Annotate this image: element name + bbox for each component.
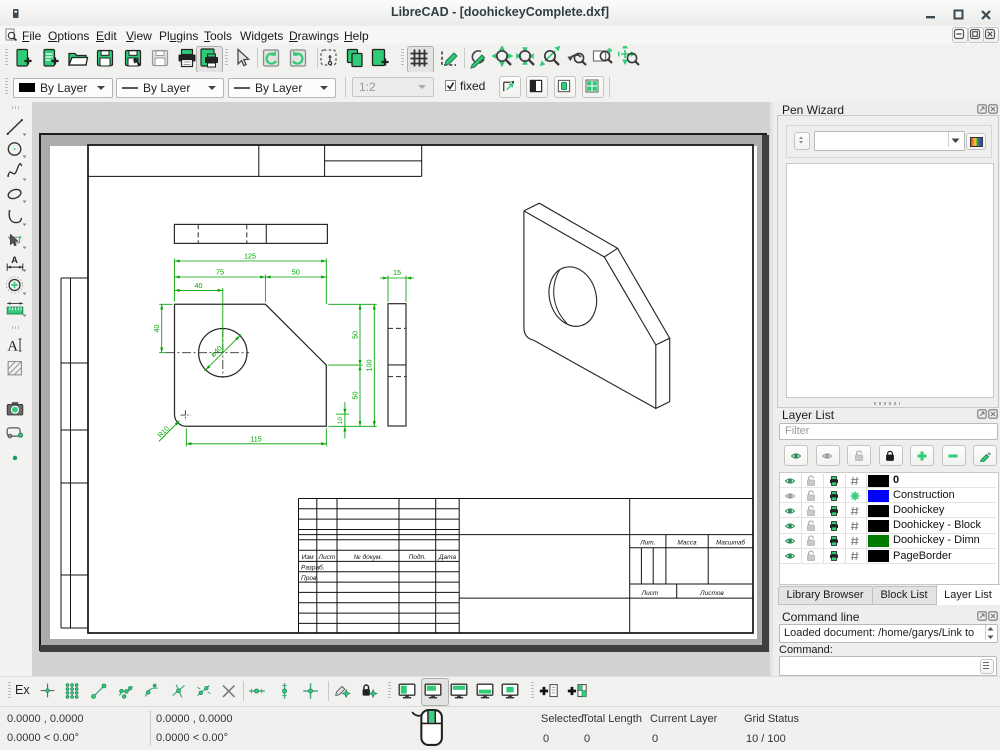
svg-text:Лист: Лист: [318, 554, 336, 561]
svg-text:Подп.: Подп.: [409, 553, 426, 561]
svg-text:50: 50: [292, 268, 300, 277]
svg-text:40: 40: [152, 325, 161, 333]
svg-text:Лит.: Лит.: [639, 540, 655, 547]
svg-text:50: 50: [350, 331, 359, 339]
svg-text:40: 40: [195, 281, 203, 290]
svg-text:Разраб.: Разраб.: [301, 564, 325, 572]
svg-text:Изм: Изм: [302, 554, 315, 561]
svg-text:Масштаб: Масштаб: [716, 540, 745, 547]
svg-text:Масса: Масса: [677, 540, 697, 547]
svg-text:Лист: Лист: [641, 590, 659, 597]
svg-text:75: 75: [216, 268, 224, 277]
svg-text:Листов: Листов: [699, 590, 724, 597]
svg-text:A: A: [7, 339, 18, 355]
svg-text:A: A: [11, 255, 18, 265]
svg-text:115: 115: [250, 434, 261, 443]
svg-text:№ докум.: № докум.: [354, 553, 383, 561]
svg-text:Дата: Дата: [438, 554, 457, 561]
svg-text:50: 50: [350, 392, 359, 400]
svg-text:15: 15: [393, 268, 401, 277]
svg-text:100: 100: [365, 360, 374, 372]
svg-text:Пров.: Пров.: [301, 575, 318, 582]
svg-text:10: 10: [337, 417, 344, 425]
svg-text:125: 125: [244, 252, 256, 261]
